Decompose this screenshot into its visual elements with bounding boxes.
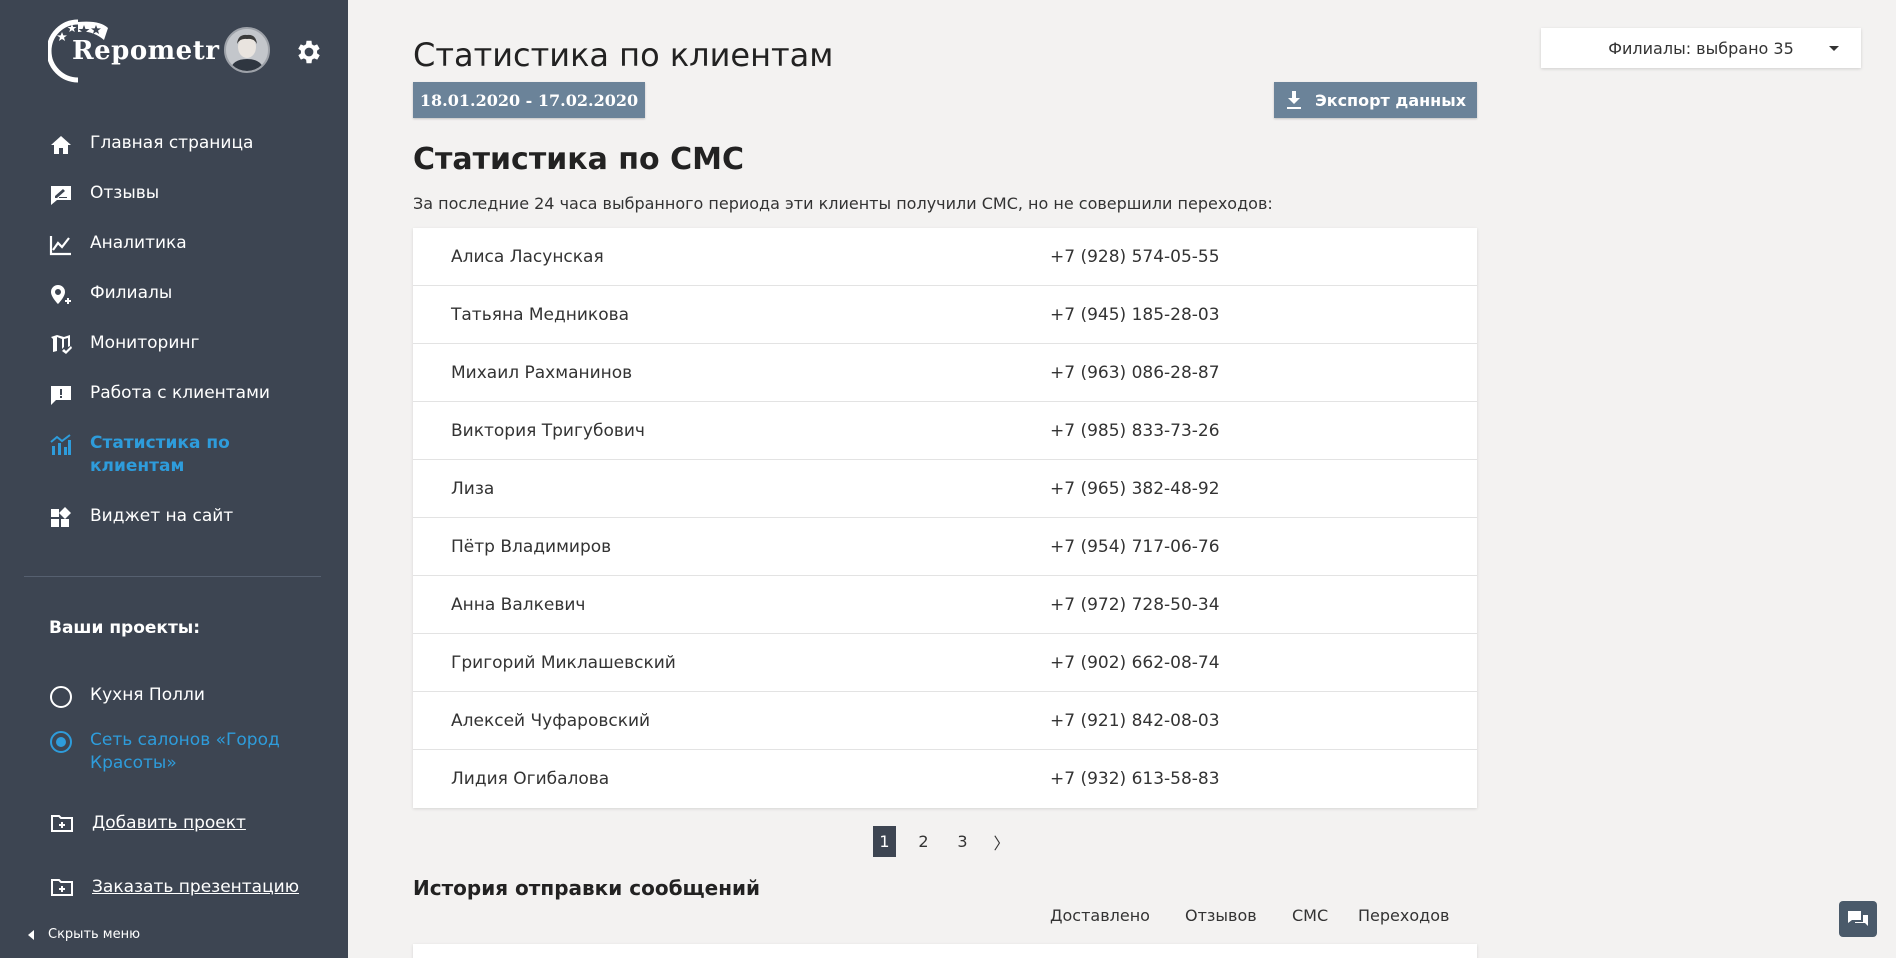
next-page-button[interactable]: 〉: [990, 826, 1013, 857]
logo-text: Repometr: [72, 36, 220, 66]
folder-add-icon: [51, 815, 73, 832]
table-row: Анна Валкевич +7 (972) 728-50-34: [413, 576, 1477, 634]
project-item-selected[interactable]: Сеть салонов «Город Красоты»: [50, 729, 310, 775]
table-row: Лидия Огибалова +7 (932) 613-58-83: [413, 750, 1477, 808]
widget-icon: [51, 507, 71, 527]
client-phone: +7 (921) 842-08-03: [1050, 710, 1220, 731]
feedback-icon: [51, 386, 71, 405]
main-nav: Главная страница Отзывы Аналитика Филиал…: [48, 128, 328, 551]
history-section-title: История отправки сообщений: [413, 876, 761, 900]
export-data-button[interactable]: Экспорт данных: [1274, 82, 1477, 118]
sms-clients-table: Алиса Ласунская +7 (928) 574-05-55 Татьян…: [413, 228, 1477, 808]
nav-item-home[interactable]: Главная страница: [48, 128, 328, 178]
branches-select[interactable]: Филиалы: выбрано 35: [1541, 28, 1861, 68]
client-phone: +7 (972) 728-50-34: [1050, 594, 1220, 615]
client-name: Алиса Ласунская: [451, 246, 604, 267]
nav-item-monitoring[interactable]: Мониторинг: [48, 328, 328, 378]
radio-button-selected[interactable]: [50, 731, 72, 753]
sidebar-divider: [24, 576, 321, 577]
client-name: Лидия Огибалова: [451, 769, 610, 789]
logo[interactable]: Repometr: [48, 18, 220, 84]
table-row: Виктория Тригубович +7 (985) 833-73-26: [413, 402, 1477, 460]
analytics-icon: [49, 236, 71, 256]
client-name: Михаил Рахманинов: [451, 362, 633, 383]
table-row: Михаил Рахманинов +7 (963) 086-28-87: [413, 344, 1477, 402]
client-phone: +7 (965) 382-48-92: [1050, 478, 1220, 499]
folder-add-icon: [51, 879, 73, 896]
client-phone: +7 (985) 833-73-26: [1050, 420, 1220, 441]
client-name: Татьяна Медникова: [451, 304, 630, 325]
avatar[interactable]: [224, 27, 270, 73]
page-1-button[interactable]: 1: [873, 826, 896, 857]
download-icon: [1286, 91, 1301, 109]
table-row: Татьяна Медникова +7 (945) 185-28-03: [413, 286, 1477, 344]
nav-item-analytics[interactable]: Аналитика: [48, 228, 328, 278]
client-name: Лиза: [451, 478, 495, 499]
radio-button[interactable]: [50, 686, 72, 708]
chevron-left-icon: [28, 929, 34, 940]
chevron-down-icon: [1829, 46, 1839, 51]
project-item[interactable]: Кухня Полли: [50, 684, 205, 708]
client-name: Пётр Владимиров: [451, 536, 612, 557]
column-header-delivered: Доставлено: [1050, 906, 1150, 925]
add-project-link[interactable]: Добавить проект: [50, 813, 246, 833]
settings-gear-icon[interactable]: [294, 37, 324, 67]
client-phone: +7 (963) 086-28-87: [1050, 362, 1220, 383]
sidebar: Repometr Главная страница Отзывы Аналити…: [0, 0, 348, 958]
client-phone: +7 (945) 185-28-03: [1050, 304, 1220, 325]
column-header-reviews: Отзывов: [1185, 906, 1257, 925]
nav-item-widget[interactable]: Виджет на сайт: [48, 501, 328, 551]
column-header-sms: СМС: [1292, 906, 1329, 925]
page-3-button[interactable]: 3: [951, 826, 974, 857]
stats-icon: [50, 434, 71, 455]
client-phone: +7 (954) 717-06-76: [1050, 536, 1220, 557]
user-avatar-icon: [226, 29, 268, 71]
projects-title: Ваши проекты:: [49, 618, 200, 638]
chat-button[interactable]: [1839, 901, 1877, 937]
review-edit-icon: [51, 186, 71, 205]
client-name: Алексей Чуфаровский: [451, 710, 651, 731]
client-name: Анна Валкевич: [451, 594, 586, 615]
date-range-button[interactable]: 18.01.2020 - 17.02.2020: [413, 82, 645, 118]
page-title: Статистика по клиентам: [413, 36, 834, 74]
client-phone: +7 (928) 574-05-55: [1050, 246, 1220, 267]
table-row: Алексей Чуфаровский +7 (921) 842-08-03: [413, 692, 1477, 750]
history-table: [413, 944, 1477, 958]
nav-item-clients-work[interactable]: Работа с клиентами: [48, 378, 328, 428]
client-name: Григорий Миклашевский: [451, 652, 676, 673]
chat-icon: [1848, 911, 1868, 926]
client-name: Виктория Тригубович: [451, 420, 645, 441]
nav-item-reviews[interactable]: Отзывы: [48, 178, 328, 228]
location-add-icon: [51, 285, 71, 304]
column-header-clicks: Переходов: [1358, 906, 1450, 925]
history-column-headers: Доставлено Отзывов СМС Переходов: [1050, 906, 1449, 925]
order-presentation-link[interactable]: Заказать презентацию: [50, 877, 299, 897]
nav-item-branches[interactable]: Филиалы: [48, 278, 328, 328]
client-phone: +7 (902) 662-08-74: [1050, 652, 1220, 673]
table-row: Лиза +7 (965) 382-48-92: [413, 460, 1477, 518]
sms-section-description: За последние 24 часа выбранного периода …: [413, 194, 1273, 213]
map-check-icon: [51, 335, 72, 354]
table-row: Алиса Ласунская +7 (928) 574-05-55: [413, 228, 1477, 286]
nav-item-client-stats[interactable]: Статистика по клиентам: [48, 428, 328, 501]
table-row: Григорий Миклашевский +7 (902) 662-08-74: [413, 634, 1477, 692]
page-2-button[interactable]: 2: [912, 826, 935, 857]
sms-section-title: Статистика по СМС: [413, 142, 744, 177]
table-row: Пётр Владимиров +7 (954) 717-06-76: [413, 518, 1477, 576]
pagination: 1 2 3 〉: [873, 826, 1029, 857]
hide-menu-button[interactable]: Скрыть меню: [28, 927, 140, 942]
client-phone: +7 (932) 613-58-83: [1050, 769, 1220, 789]
home-icon: [51, 136, 71, 154]
